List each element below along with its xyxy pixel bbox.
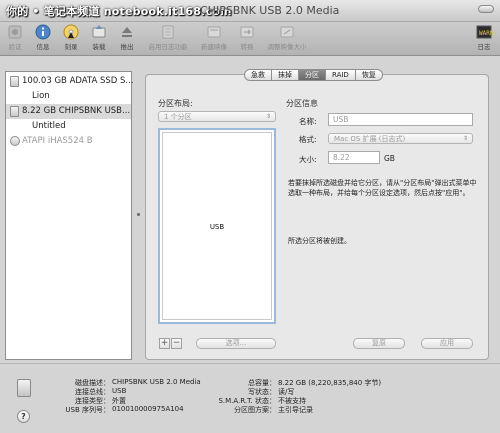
- help-button[interactable]: ?: [17, 410, 30, 423]
- verify-icon: [6, 24, 24, 40]
- usb-disk-icon: [10, 106, 19, 117]
- format-select[interactable]: Mac OS 扩展 (日志式) ⇕: [328, 133, 473, 144]
- title-bar: 你的 • 笔记本频道 notebook.it168.com CHIPSBNK U…: [0, 0, 500, 22]
- toolbar-toggle-button[interactable]: [478, 5, 494, 13]
- info-value: 主引导记录: [278, 406, 313, 414]
- apply-button[interactable]: 应用: [421, 338, 473, 349]
- info-label: USB 序列号：: [65, 406, 110, 414]
- partition-layout-box[interactable]: USB: [158, 128, 276, 324]
- new-image-button[interactable]: 新建映像: [198, 24, 230, 51]
- burn-icon: [62, 24, 80, 40]
- log-button[interactable]: WARN 日志: [472, 24, 496, 51]
- size-field[interactable]: 8.22: [328, 151, 380, 164]
- name-field[interactable]: USB: [328, 113, 473, 126]
- options-button[interactable]: 选项...: [196, 338, 276, 349]
- eject-button[interactable]: 推出: [116, 24, 138, 51]
- tab-raid[interactable]: RAID: [326, 69, 356, 81]
- disk-list-sidebar[interactable]: 100.03 GB ADATA SSD S... Lion 8.22 GB CH…: [5, 71, 134, 360]
- eject-icon: [118, 24, 136, 40]
- select-arrows-icon: ⇕: [462, 135, 468, 142]
- tab-restore[interactable]: 恢复: [355, 69, 383, 81]
- optical-drive-icon: [10, 136, 20, 146]
- info-button[interactable]: 信息: [32, 24, 54, 51]
- mount-icon: [90, 24, 108, 40]
- sidebar-item-optical-drive[interactable]: ATAPI iHAS524 B: [6, 134, 131, 149]
- revert-button[interactable]: 复原: [353, 338, 405, 349]
- info-label: 分区图方案：: [234, 406, 276, 414]
- partition-status: 所选分区将被创建。: [288, 237, 351, 245]
- sidebar-item-adata-ssd[interactable]: 100.03 GB ADATA SSD S...: [6, 74, 134, 89]
- journaling-icon: [159, 24, 177, 40]
- watermark: 你的 • 笔记本频道 notebook.it168.com: [6, 5, 232, 18]
- format-label: 格式:: [299, 135, 317, 144]
- hard-disk-icon: [10, 76, 19, 87]
- splitter-handle[interactable]: [137, 213, 140, 216]
- window-title: CHIPSBNK USB 2.0 Media: [200, 4, 340, 17]
- sidebar-item-chipsbnk-usb[interactable]: 8.22 GB CHIPSBNK USB...: [6, 104, 131, 119]
- tab-partition[interactable]: 分区: [299, 69, 326, 81]
- size-unit: GB: [384, 154, 395, 163]
- tab-first-aid[interactable]: 急救: [244, 69, 272, 81]
- toolbar: 验证 信息 刻录 装载 推出 启用日志功能 新建映像 转换 调整映像大小 WAR…: [0, 22, 500, 56]
- partition-layout-title: 分区布局:: [158, 99, 193, 108]
- sidebar-item-untitled[interactable]: Untitled: [6, 119, 131, 134]
- journaling-button[interactable]: 启用日志功能: [146, 24, 190, 51]
- partition-layout-select[interactable]: 1 个分区 ⇕: [158, 111, 276, 122]
- partition-block[interactable]: USB: [162, 132, 272, 320]
- convert-button[interactable]: 转换: [236, 24, 258, 51]
- tab-bar: 急救 抹掉 分区 RAID 恢复: [244, 69, 383, 81]
- size-label: 大小:: [299, 155, 317, 164]
- resize-image-button[interactable]: 调整映像大小: [262, 24, 312, 51]
- convert-icon: [238, 24, 256, 40]
- resize-image-icon: [278, 24, 296, 40]
- info-value: CHIPSBNK USB 2.0 Media: [112, 378, 201, 386]
- partition-block-label: USB: [209, 223, 225, 231]
- partition-info-title: 分区信息: [286, 99, 318, 108]
- remove-partition-button[interactable]: −: [171, 338, 182, 349]
- info-icon: [34, 24, 52, 40]
- select-arrows-icon: ⇕: [265, 113, 271, 120]
- verify-button[interactable]: 验证: [4, 24, 26, 51]
- burn-button[interactable]: 刻录: [60, 24, 82, 51]
- sidebar-item-lion[interactable]: Lion: [6, 89, 131, 104]
- tab-erase[interactable]: 抹掉: [272, 69, 299, 81]
- mount-button[interactable]: 装载: [88, 24, 110, 51]
- svg-text:WARN: WARN: [479, 30, 493, 37]
- log-icon: WARN: [475, 24, 494, 40]
- new-image-icon: [205, 24, 223, 40]
- usb-disk-icon: [17, 379, 31, 397]
- name-label: 名称:: [299, 117, 317, 126]
- info-value: 010010000975A104: [112, 405, 184, 413]
- info-value: USB: [112, 387, 127, 395]
- add-partition-button[interactable]: +: [159, 338, 170, 349]
- partition-instructions: 若要抹掉所选磁盘并给它分区，请从"分区布局"弹出式菜单中选取一种布局，并给每个分…: [288, 179, 477, 197]
